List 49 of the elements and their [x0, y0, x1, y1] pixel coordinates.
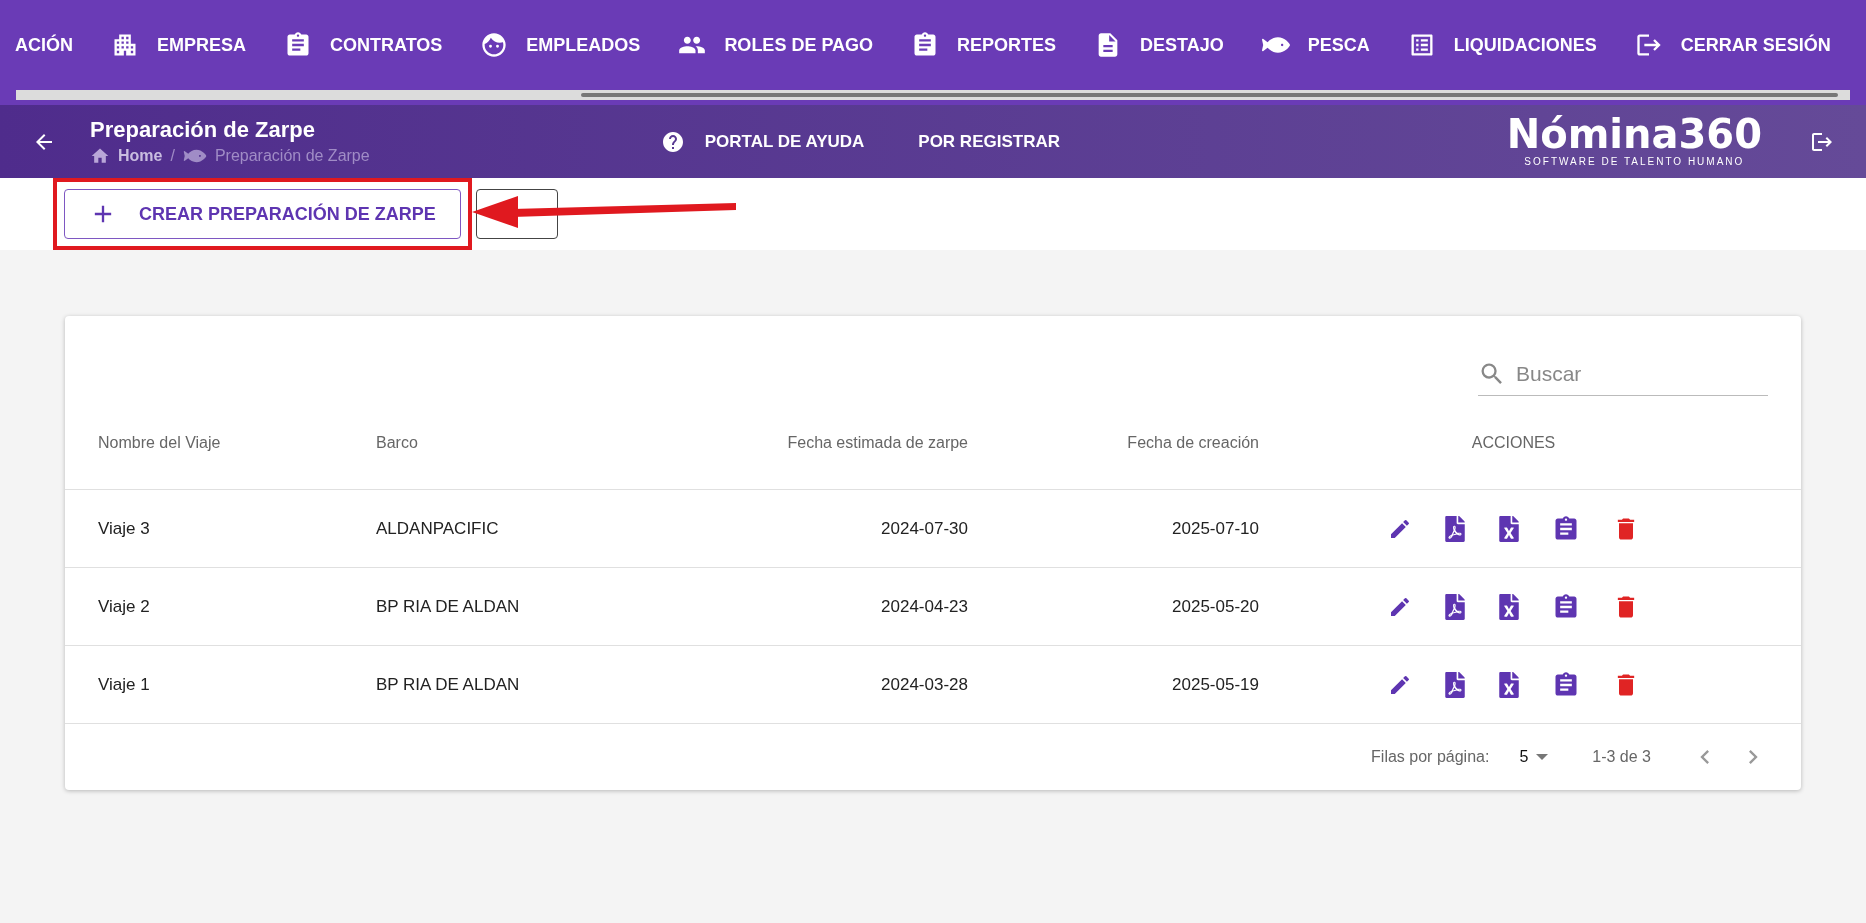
nav-item[interactable]: CERRAR SESIÓN — [1680, 31, 1831, 59]
nav-item[interactable]: EMPLEADOS — [526, 31, 641, 59]
nav-item[interactable]: ROLES DE PAGO — [724, 31, 874, 59]
table-cell: 2024-04-23 — [881, 596, 968, 616]
table-cell: BP RIA DE ALDAN — [376, 674, 520, 694]
header-link[interactable]: PORTAL DE AYUDA — [704, 128, 865, 155]
table-cell: 2025-05-20 — [1172, 596, 1259, 616]
nav-item[interactable]: EMPRESA — [157, 31, 246, 59]
face-icon — [480, 31, 509, 59]
table-cell: Viaje 3 — [98, 518, 150, 538]
pdf-file-icon[interactable] — [1443, 515, 1466, 542]
rows-per-page-label: Filas por página: — [1371, 747, 1490, 767]
table-cell: 2024-03-28 — [881, 674, 968, 694]
excel-file-icon[interactable] — [1497, 671, 1520, 698]
nav-item[interactable]: ACIÓN — [15, 31, 73, 59]
nav-item[interactable]: REPORTES — [957, 31, 1057, 59]
nav-item[interactable]: DESTAJO — [1140, 31, 1224, 59]
horizontal-scrollbar[interactable] — [16, 90, 1850, 100]
table-cell: 2025-05-19 — [1172, 674, 1259, 694]
excel-file-icon[interactable] — [1497, 593, 1520, 620]
nav-item[interactable]: PESCA — [1307, 31, 1370, 59]
page-title: Preparación de Zarpe — [90, 115, 316, 144]
column-header: ACCIONES — [1471, 433, 1556, 451]
excel-file-icon[interactable] — [1497, 515, 1520, 542]
dropdown-caret-icon — [1536, 754, 1549, 760]
table-cell: 2025-07-10 — [1172, 518, 1259, 538]
table-cell: Viaje 2 — [98, 596, 150, 616]
nav-item[interactable]: LIQUIDACIONES — [1453, 31, 1597, 59]
column-header: Nombre del Viaje — [98, 433, 221, 451]
rows-per-page-select[interactable]: 5 — [1519, 745, 1549, 769]
table-cell: BP RIA DE ALDAN — [376, 596, 520, 616]
pagination-range: 1-3 de 3 — [1592, 747, 1651, 767]
column-header: Fecha estimada de zarpe — [787, 433, 968, 451]
logo-tagline: SOFTWARE DE TALENTO HUMANO — [1524, 155, 1745, 169]
help-icon — [660, 129, 685, 154]
logo-wordmark: Nómina360 — [1506, 114, 1762, 154]
column-header: Fecha de creación — [1127, 433, 1259, 451]
table-cell: ALDANPACIFIC — [376, 518, 499, 538]
create-button[interactable]: CREAR PREPARACIÓN DE ZARPE — [64, 189, 461, 239]
pdf-file-icon[interactable] — [1443, 671, 1466, 698]
table-cell: 2024-07-30 — [881, 518, 968, 538]
nav-item[interactable]: CONTRATOS — [330, 31, 443, 59]
breadcrumb-separator: / — [170, 145, 175, 166]
breadcrumb-current: Preparación de Zarpe — [214, 145, 370, 166]
column-header: Barco — [376, 433, 418, 451]
breadcrumb-link[interactable]: Home — [118, 143, 163, 168]
table-cell: Viaje 1 — [98, 674, 150, 694]
header-link[interactable]: POR REGISTRAR — [918, 128, 1060, 155]
pdf-file-icon[interactable] — [1443, 593, 1466, 620]
